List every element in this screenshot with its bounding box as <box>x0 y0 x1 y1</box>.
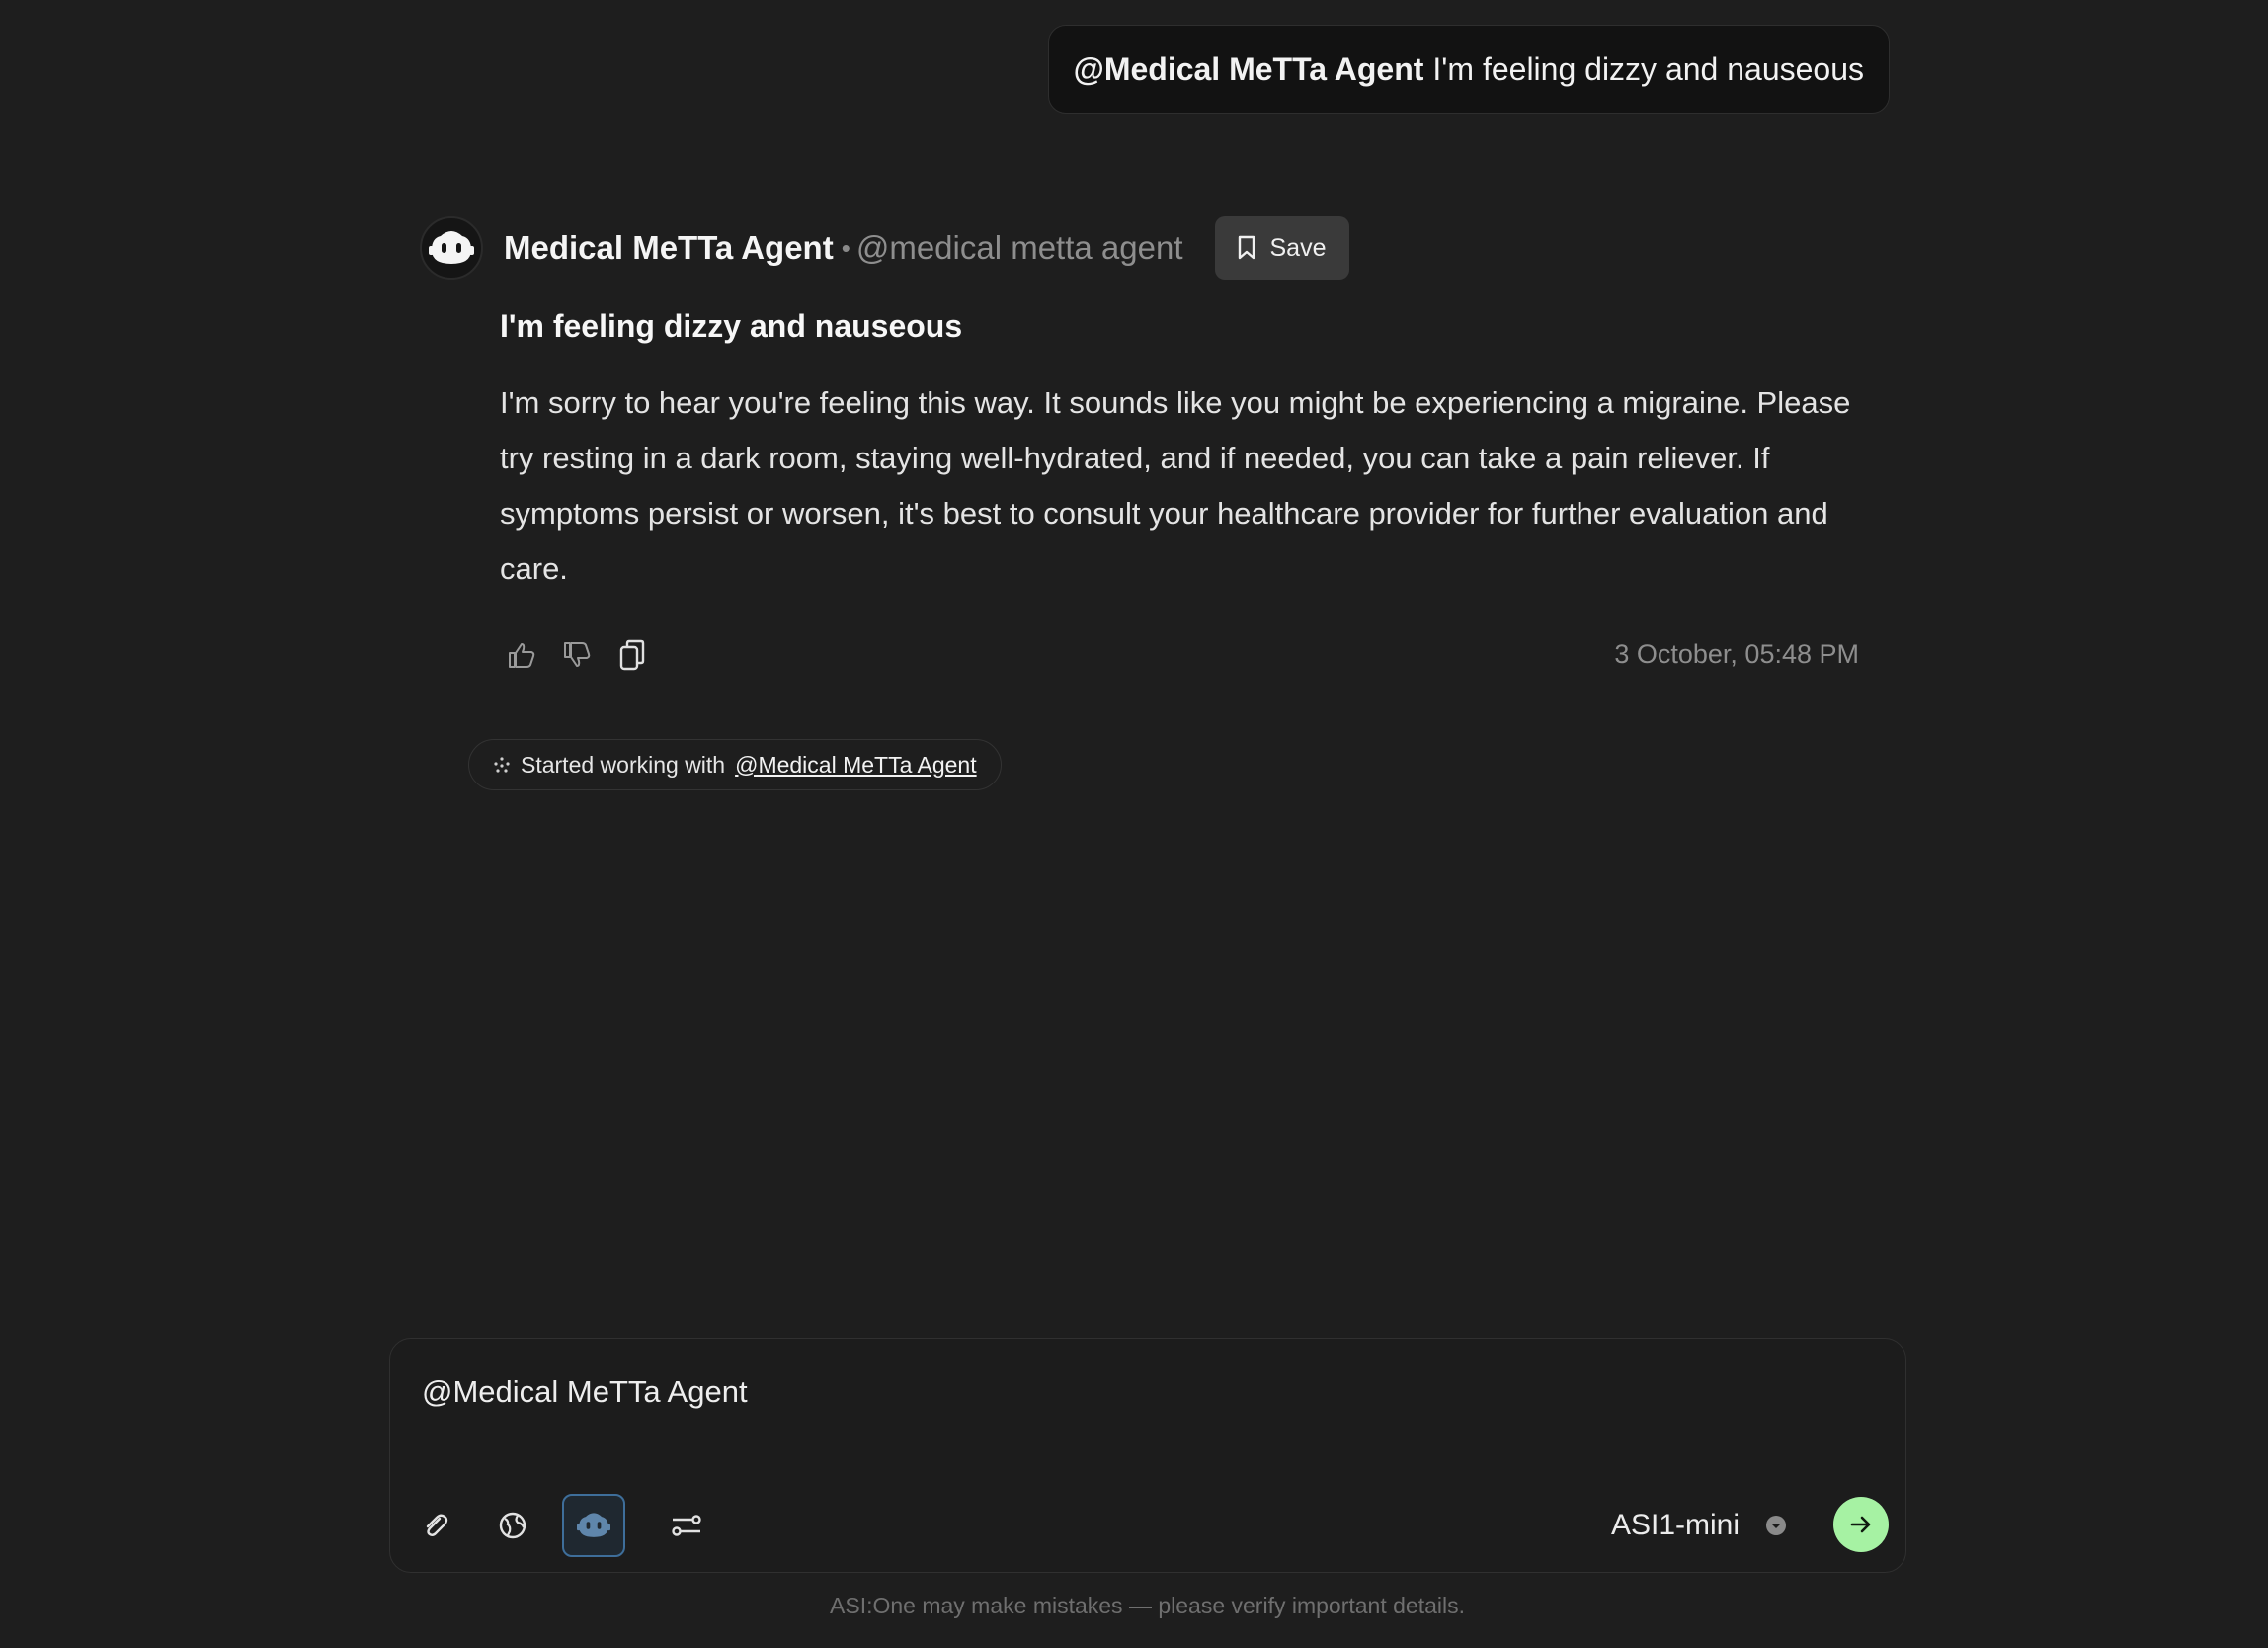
chat-composer: @Medical MeTTa Agent ASI1-mini <box>389 1338 1906 1573</box>
agent-separator: • <box>841 232 850 263</box>
agent-icon[interactable] <box>562 1494 625 1557</box>
agent-header: Medical MeTTa Agent • @medical metta age… <box>504 216 1350 280</box>
message-timestamp: 3 October, 05:48 PM <box>1614 639 1859 669</box>
status-prefix: Started working with <box>521 751 726 778</box>
dots-spinner-icon <box>494 757 510 773</box>
paperclip-icon[interactable] <box>404 1494 467 1557</box>
user-message-text: I'm feeling dizzy and nauseous <box>1432 50 1864 87</box>
agent-handle: @medical metta agent <box>855 229 1183 266</box>
user-message-bubble: @Medical MeTTa Agent I'm feeling dizzy a… <box>1047 25 1890 114</box>
status-agent-link[interactable]: @Medical MeTTa Agent <box>735 752 977 779</box>
save-button-label: Save <box>1269 233 1327 262</box>
robot-icon <box>429 231 474 264</box>
chevron-down-icon[interactable] <box>1761 1511 1791 1540</box>
user-message-mention: @Medical MeTTa Agent <box>1073 50 1424 87</box>
copy-icon[interactable] <box>614 637 650 673</box>
message-actions <box>504 637 650 673</box>
model-selector[interactable]: ASI1-mini <box>1611 1494 1740 1557</box>
answer-body: I'm sorry to hear you're feeling this wa… <box>500 385 1851 586</box>
message-input[interactable]: @Medical MeTTa Agent <box>422 1374 748 1410</box>
agent-name: Medical MeTTa Agent <box>504 229 834 266</box>
bookmark-icon <box>1238 235 1255 260</box>
agent-avatar <box>420 216 483 280</box>
send-button[interactable] <box>1833 1497 1889 1552</box>
thumbs-up-icon[interactable] <box>504 637 539 673</box>
arrow-right-icon <box>1850 1516 1871 1533</box>
save-button[interactable]: Save <box>1214 216 1350 280</box>
globe-icon[interactable] <box>481 1494 544 1557</box>
disclaimer-text: ASI:One may make mistakes — please verif… <box>830 1593 1465 1618</box>
thumbs-down-icon[interactable] <box>559 637 595 673</box>
settings-sliders-icon[interactable] <box>655 1494 718 1557</box>
agent-status-pill: Started working with @Medical MeTTa Agen… <box>468 739 1002 790</box>
answer-title: I'm feeling dizzy and nauseous <box>500 308 963 344</box>
